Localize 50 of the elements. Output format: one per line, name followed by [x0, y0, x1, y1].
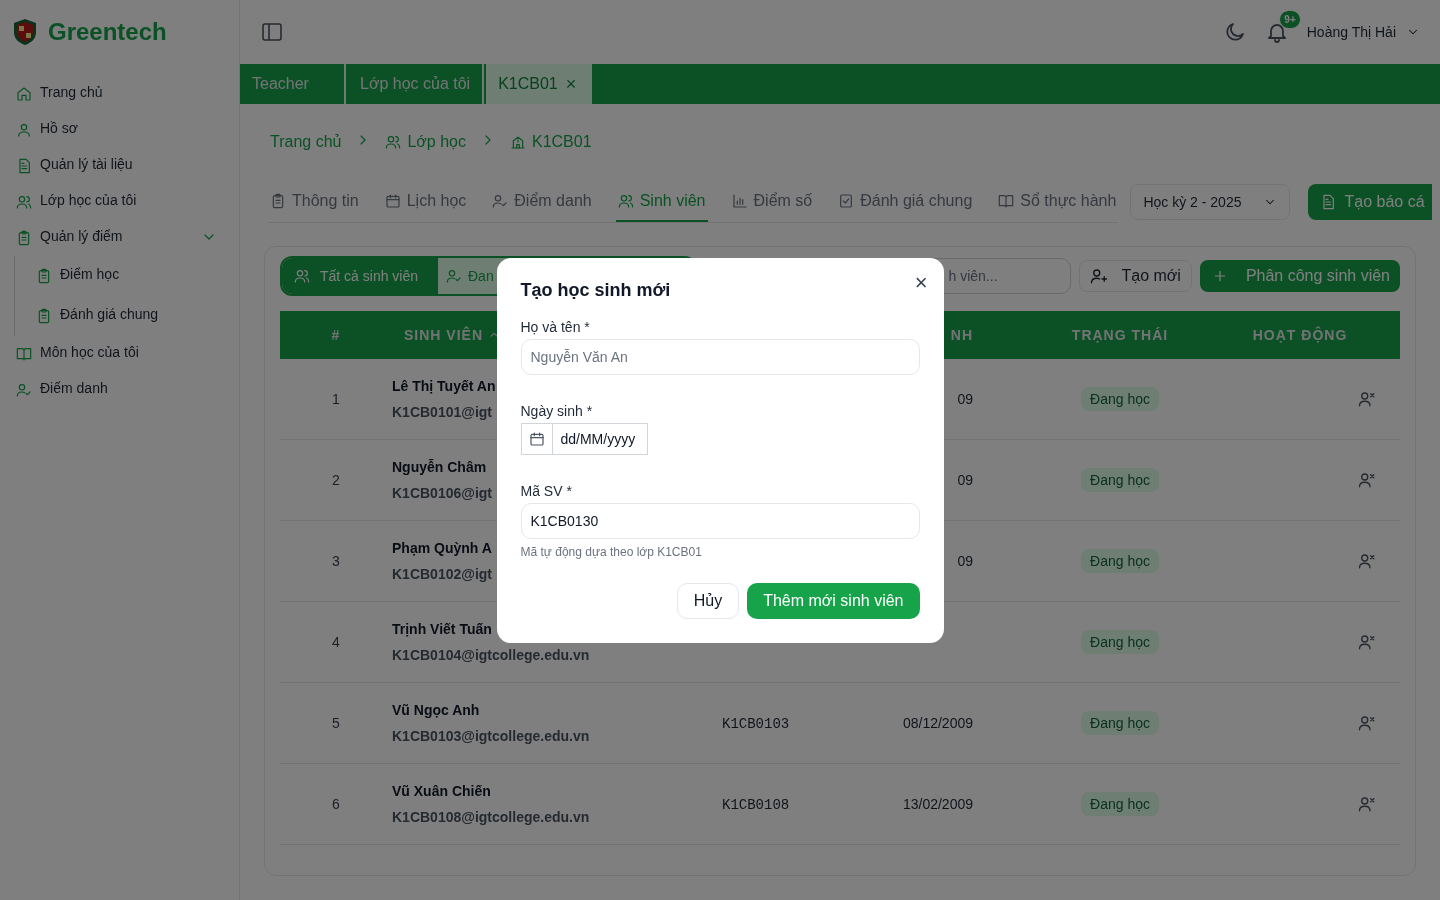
birth-date: 09 — [956, 391, 973, 407]
birth-date: 13/02/2009 — [901, 796, 973, 812]
sidebar-item-label: Điểm danh — [40, 380, 109, 396]
sidebar-item-label: Quản lý điểm — [40, 228, 124, 244]
student-name: Trịnh Viết Tuấn — [392, 621, 492, 637]
column-header: NH — [949, 327, 973, 343]
brand-name: Greentech — [48, 18, 167, 46]
sidebar-item-label: Điểm học — [60, 266, 121, 282]
student-name: Phạm Quỳnh A — [392, 540, 492, 556]
student-email: K1CB0106@igt — [392, 485, 493, 501]
student-email: K1CB0108@igtcollege.edu.vn — [392, 809, 590, 825]
student-email: K1CB0102@igt — [392, 566, 493, 582]
student-name: Vũ Ngọc Anh — [392, 702, 480, 718]
sidebar-item-label: Đánh giá chung — [60, 306, 160, 322]
student-code: K1CB0103 — [722, 715, 790, 732]
status-badge: Đang học — [1081, 792, 1159, 816]
sidebar-item-label: Trang chủ — [40, 84, 104, 100]
column-header: # — [330, 327, 342, 343]
student-name: Vũ Xuân Chiến — [392, 783, 491, 799]
field-label: Mã SV * — [520, 482, 573, 499]
student-code: K1CB0108 — [722, 796, 790, 813]
column-header: HOẠT ĐỘNG — [1251, 327, 1349, 343]
field-label: Họ và tên * — [520, 318, 591, 335]
sidebar-item-label: Môn học của tôi — [40, 344, 140, 360]
student-name: Nguyễn Châm — [392, 459, 487, 475]
row-number: 4 — [331, 634, 341, 650]
row-number: 1 — [331, 391, 341, 407]
row-number: 5 — [331, 715, 341, 731]
sidebar-item-label: Lớp học của tôi — [40, 192, 138, 208]
status-badge: Đang học — [1081, 468, 1159, 492]
row-number: 3 — [331, 553, 341, 569]
field-hint: Mã tự động dựa theo lớp K1CB01 — [520, 544, 703, 559]
status-badge: Đang học — [1081, 387, 1159, 411]
birth-date: 08/12/2009 — [901, 715, 973, 731]
notification-badge: 9+ — [1279, 10, 1301, 29]
row-number: 6 — [331, 796, 341, 812]
column-header: TRẠNG THÁI — [1070, 327, 1170, 343]
field-label: Ngày sinh * — [520, 402, 594, 419]
status-badge: Đang học — [1081, 711, 1159, 735]
birth-date: 09 — [956, 553, 973, 569]
student-email: K1CB0104@igtcollege.edu.vn — [392, 647, 590, 663]
status-badge: Đang học — [1081, 549, 1159, 573]
sidebar-item-label: Hồ sơ — [40, 120, 79, 136]
sidebar-item-label: Quản lý tài liệu — [40, 156, 134, 172]
student-name: Lê Thị Tuyết An — [392, 378, 496, 394]
birth-date: 09 — [956, 472, 973, 488]
row-number: 2 — [331, 472, 341, 488]
student-email: K1CB0101@igt — [392, 404, 493, 420]
student-email: K1CB0103@igtcollege.edu.vn — [392, 728, 590, 744]
status-badge: Đang học — [1081, 630, 1159, 654]
